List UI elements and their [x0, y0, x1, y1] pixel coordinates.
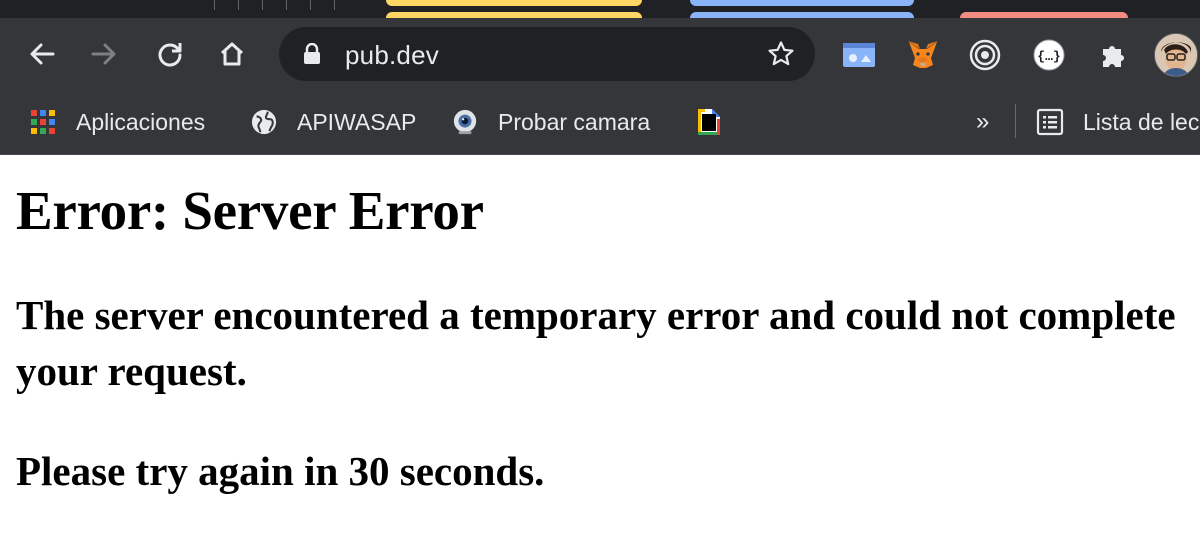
forward-arrow-icon	[91, 43, 116, 65]
extensions-menu-button[interactable]	[1094, 36, 1132, 74]
bookmark-label: Probar camara	[498, 108, 651, 135]
puzzle-extensions-icon	[1103, 46, 1124, 67]
reload-icon	[158, 43, 182, 67]
error-title: Error: Server Error	[16, 180, 484, 241]
retry-message: Please try again in 30 seconds.	[16, 448, 545, 494]
more-bookmarks-chevron[interactable]: »	[976, 108, 989, 136]
target-extension-icon	[969, 39, 1001, 71]
json-extension-icon: {…}	[1033, 39, 1065, 71]
tab-separator	[214, 0, 215, 10]
bookmarks-divider	[1015, 104, 1016, 138]
apps-grid-icon	[30, 109, 56, 135]
star-icon	[768, 41, 794, 66]
json-extension-button[interactable]: {…}	[1030, 36, 1068, 74]
address-bar[interactable]: pub.dev	[279, 27, 815, 81]
home-button[interactable]	[214, 36, 250, 72]
bookmark-probar-camara[interactable]: Probar camara	[452, 104, 650, 140]
tab-separator	[310, 0, 311, 10]
profile-avatar[interactable]	[1154, 33, 1198, 77]
tab-separator	[262, 0, 263, 10]
tab-separator	[238, 0, 239, 10]
colorful-page-icon	[696, 109, 722, 135]
metamask-fox-icon	[908, 41, 938, 68]
home-icon	[220, 42, 244, 66]
svg-text:{…}: {…}	[1037, 49, 1060, 64]
target-extension-button[interactable]	[966, 36, 1004, 74]
bookmark-apps[interactable]: Aplicaciones	[30, 104, 205, 140]
reading-list-icon	[1036, 108, 1064, 136]
webcam-icon	[452, 109, 478, 135]
back-arrow-icon	[30, 43, 55, 65]
screen-extension-button[interactable]	[840, 36, 878, 74]
reading-list-button[interactable]: Lista de lec	[1036, 104, 1199, 140]
screen-extension-icon	[843, 43, 875, 67]
back-button[interactable]	[24, 36, 60, 72]
bookmark-label: APIWASAP	[297, 108, 417, 135]
forward-button[interactable]	[86, 36, 122, 72]
browser-toolbar: pub.dev {…}	[0, 18, 1200, 90]
tab-group-yellow[interactable]	[386, 0, 642, 6]
reload-button[interactable]	[152, 36, 188, 72]
bookmark-label: Aplicaciones	[76, 108, 206, 135]
error-message: The server encountered a temporary error…	[16, 292, 1176, 394]
metamask-extension-button[interactable]	[904, 36, 942, 74]
tab-separator	[334, 0, 335, 10]
bookmark-star-button[interactable]	[767, 40, 795, 73]
lock-icon[interactable]	[303, 42, 321, 70]
tab-strip	[0, 0, 1200, 18]
reading-list-label: Lista de lec	[1083, 108, 1200, 135]
globe-icon	[251, 109, 277, 135]
bookmark-apiwasap[interactable]: APIWASAP	[251, 104, 416, 140]
url-text[interactable]: pub.dev	[345, 40, 439, 71]
tab-separator	[286, 0, 287, 10]
bookmarks-bar: Aplicaciones APIWASAP Probar camara » Li…	[0, 90, 1200, 155]
tab-group-blue[interactable]	[690, 0, 914, 6]
bookmark-colorful-page[interactable]	[696, 104, 742, 140]
